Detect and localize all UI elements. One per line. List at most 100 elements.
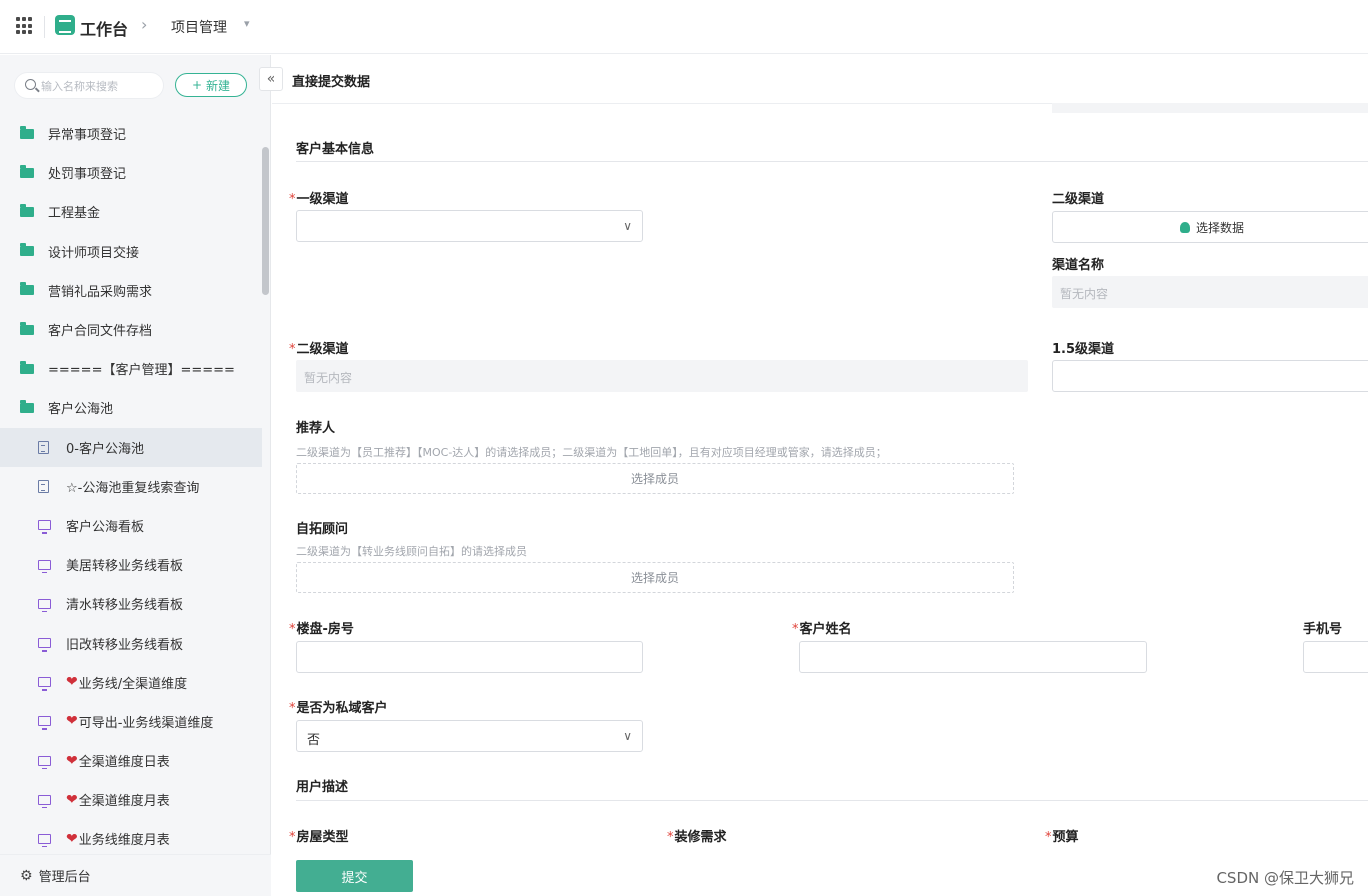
admin-backend-link[interactable]: ⚙ 管理后台 (0, 854, 271, 896)
sidebar-item-label: 可导出-业务线渠道维度 (78, 715, 214, 731)
folder-icon (20, 125, 34, 139)
choose-data-button[interactable]: 选择数据 (1052, 211, 1368, 243)
phone-input[interactable] (1303, 641, 1368, 673)
sidebar-item-label: 异常事项登记 (48, 128, 127, 144)
heart-icon: ❤ (66, 752, 78, 769)
top-bar: 工作台 › 项目管理 ▾ (0, 0, 1368, 54)
collapse-sidebar-button[interactable]: « (259, 67, 283, 91)
divider (296, 800, 1368, 801)
dashboard-icon (38, 638, 51, 652)
referrer-label: 推荐人 (296, 421, 336, 436)
sidebar-item[interactable]: 清水转移业务线看板 (0, 584, 262, 623)
sidebar-item[interactable]: 处罚事项登记 (0, 153, 262, 192)
required-mark: * (1045, 830, 1052, 845)
referrer-hint: 二级渠道为【员工推荐】【MOC-达人】的请选择成员；二级渠道为【工地回单】，且有… (296, 446, 887, 459)
sidebar-item[interactable]: ❤ 业务线/全渠道维度 (0, 663, 262, 702)
advisor-choose-member[interactable]: 选择成员 (296, 562, 1014, 593)
header-strip (1052, 103, 1368, 113)
sidebar-item[interactable]: 工程基金 (0, 192, 262, 231)
required-mark: * (667, 830, 674, 845)
sidebar-item-label: 业务线/全渠道维度 (78, 676, 188, 692)
house-type-label: *房屋类型 (289, 826, 349, 845)
search-input[interactable] (41, 77, 159, 95)
sidebar: + 新建 异常事项登记 处罚事项登记 工程基金 设计师项目交接 营销礼品采购需求… (0, 55, 271, 896)
sidebar-item[interactable]: 客户公海看板 (0, 506, 262, 545)
heart-icon: ❤ (66, 791, 78, 808)
channel-1-5-label: 1.5级渠道 (1052, 342, 1115, 357)
sidebar-item[interactable]: 客户公海池 (0, 388, 262, 427)
sidebar-item[interactable]: ❤ 业务线维度月表 (0, 819, 262, 858)
property-label: *楼盘-房号 (289, 618, 354, 637)
sidebar-item[interactable]: 异常事项登记 (0, 114, 262, 153)
first-channel-select[interactable]: ∨ (296, 210, 643, 242)
referrer-choose-member[interactable]: 选择成员 (296, 463, 1014, 494)
sidebar-item[interactable]: ❤ 全渠道维度日表 (0, 741, 262, 780)
dashboard-icon (38, 520, 51, 534)
sidebar-item-label: 美居转移业务线看板 (66, 559, 184, 575)
second-channel-label: *二级渠道 (289, 338, 349, 357)
private-customer-select[interactable]: 否 ∨ (296, 720, 643, 752)
required-mark: * (792, 622, 799, 637)
gear-icon: ⚙ (20, 867, 33, 884)
caret-down-icon[interactable]: ▾ (244, 17, 250, 30)
sidebar-item[interactable]: ☆-公海池重复线索查询 (0, 467, 262, 506)
empty-text: 暂无内容 (1060, 287, 1109, 301)
sidebar-item[interactable]: 设计师项目交接 (0, 232, 262, 271)
sidebar-scrollbar[interactable] (262, 147, 269, 295)
workbench-link[interactable]: 工作台 (80, 16, 128, 40)
required-mark: * (289, 830, 296, 845)
submit-button[interactable]: 提交 (296, 860, 413, 892)
property-input[interactable] (296, 641, 643, 673)
search-box[interactable] (14, 72, 164, 99)
customer-name-input[interactable] (799, 641, 1147, 673)
customer-name-label-text: 客户姓名 (799, 622, 852, 637)
admin-backend-label: 管理后台 (38, 870, 91, 885)
sidebar-item[interactable]: 旧改转移业务线看板 (0, 623, 262, 662)
channel-name-label: 渠道名称 (1052, 258, 1105, 273)
divider (44, 16, 45, 38)
second-channel-right-label: 二级渠道 (1052, 192, 1105, 207)
sidebar-item-label: 客户公海看板 (66, 519, 145, 535)
sidebar-item[interactable]: 营销礼品采购需求 (0, 271, 262, 310)
sidebar-item[interactable]: ❤ 可导出-业务线渠道维度 (0, 702, 262, 741)
private-customer-label-text: 是否为私域客户 (296, 701, 388, 716)
sidebar-item-label: 设计师项目交接 (48, 245, 140, 261)
dashboard-icon (38, 677, 51, 691)
channel-name-field: 暂无内容 (1052, 276, 1368, 308)
dashboard-icon (38, 833, 51, 848)
first-channel-label-text: 一级渠道 (296, 192, 349, 207)
dashboard-icon (38, 716, 51, 730)
new-button[interactable]: + 新建 (175, 73, 247, 97)
sidebar-item-label: =====【客户管理】===== (48, 363, 235, 379)
folder-icon (20, 164, 34, 178)
customer-name-label: *客户姓名 (792, 618, 852, 637)
document-icon (38, 479, 49, 493)
second-channel-label-text: 二级渠道 (296, 342, 349, 357)
dashboard-icon (38, 559, 51, 574)
folder-icon (20, 243, 34, 257)
workbench-logo-icon[interactable] (55, 15, 75, 35)
advisor-hint: 二级渠道为【转业务线顾问自拓】的请选择成员 (296, 545, 527, 558)
breadcrumb-project[interactable]: 项目管理 (171, 17, 227, 37)
sidebar-item-label: 旧改转移业务线看板 (66, 637, 184, 653)
private-customer-label: *是否为私域客户 (289, 697, 388, 716)
chevron-right-icon: › (141, 15, 148, 34)
private-customer-value: 否 (307, 733, 321, 748)
sidebar-nav: 异常事项登记 处罚事项登记 工程基金 设计师项目交接 营销礼品采购需求 客户合同… (0, 114, 262, 859)
sidebar-item[interactable]: 客户合同文件存档 (0, 310, 262, 349)
dashboard-icon (38, 598, 51, 613)
sidebar-item-label: 业务线维度月表 (78, 833, 170, 849)
advisor-label: 自拓顾问 (296, 522, 349, 537)
sidebar-item-active[interactable]: 0-客户公海池 (0, 427, 262, 467)
folder-icon (20, 203, 34, 217)
channel-1-5-input[interactable] (1052, 360, 1368, 392)
sidebar-item[interactable]: ❤ 全渠道维度月表 (0, 780, 262, 819)
sidebar-item[interactable]: =====【客户管理】===== (0, 349, 262, 388)
section-title-user: 用户描述 (296, 780, 349, 795)
apps-grid-icon[interactable] (16, 17, 34, 35)
empty-text: 暂无内容 (304, 371, 353, 385)
heart-icon: ❤ (66, 713, 78, 730)
sidebar-item[interactable]: 美居转移业务线看板 (0, 545, 262, 584)
plus-icon: + (191, 78, 203, 92)
sidebar-item-label: 清水转移业务线看板 (66, 598, 184, 614)
